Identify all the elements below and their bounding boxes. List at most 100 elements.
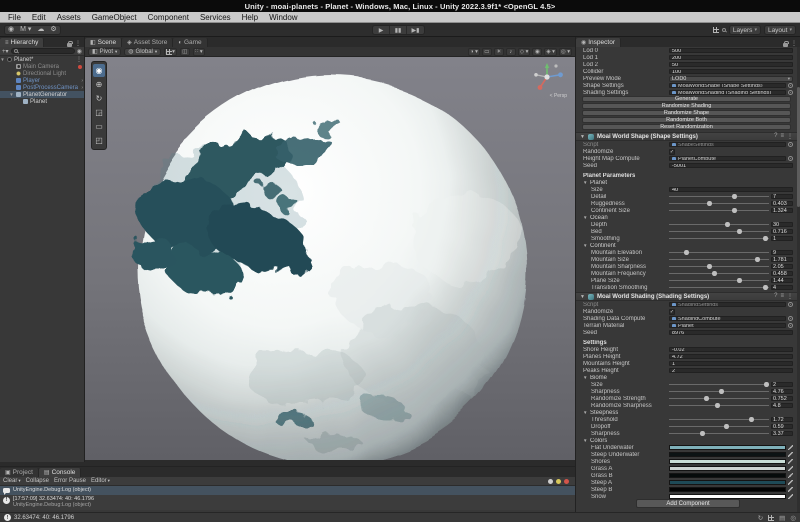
- console-entry[interactable]: ![17:57:09] 32.63474: 40: 46.1796UnityEn…: [0, 495, 575, 510]
- slider-value-field[interactable]: 0.716: [771, 229, 793, 235]
- slider-value-field[interactable]: 4.76: [771, 389, 793, 395]
- prefab-open-arrow-icon[interactable]: ›: [81, 85, 83, 91]
- eyedropper-icon[interactable]: [788, 452, 793, 457]
- tab-project[interactable]: ▣Project: [0, 468, 39, 477]
- slider-value-field[interactable]: 0.59: [771, 424, 793, 430]
- account-icon[interactable]: ◉: [5, 25, 17, 35]
- menu-services[interactable]: Services: [200, 13, 231, 22]
- menu-help[interactable]: Help: [242, 13, 258, 22]
- error-pause-toggle[interactable]: Error Pause: [54, 478, 86, 484]
- slider-knob[interactable]: [763, 285, 768, 290]
- randomize-both-button[interactable]: Randomize Both: [582, 117, 791, 123]
- rect-tool-button[interactable]: ▭: [93, 120, 105, 133]
- tab-hierarchy[interactable]: ≡ Hierarchy: [0, 38, 44, 47]
- slider[interactable]: [669, 207, 769, 214]
- clear-dropdown[interactable]: Clear ▾: [3, 478, 21, 484]
- layers-dropdown[interactable]: Layers▾: [729, 25, 761, 35]
- object-picker-icon[interactable]: [788, 90, 793, 95]
- reset-randomization-button[interactable]: Reset Randomization: [582, 124, 791, 130]
- foldout-arrow-icon[interactable]: ▼: [580, 294, 585, 300]
- error-count-icon[interactable]: [564, 479, 569, 484]
- 2d-toggle-icon[interactable]: ▭: [482, 48, 492, 56]
- checkbox[interactable]: ✓: [669, 149, 675, 155]
- generate-button[interactable]: Generate: [582, 96, 791, 102]
- slider-knob[interactable]: [724, 424, 729, 429]
- slider-knob[interactable]: [737, 229, 742, 234]
- object-field[interactable]: PlanetCompute: [669, 156, 786, 162]
- foldout-arrow-icon[interactable]: ▼: [583, 215, 588, 220]
- effects-icon[interactable]: ◇ ▾: [518, 48, 531, 56]
- play-button[interactable]: ▶: [373, 26, 390, 34]
- slider-value-field[interactable]: 7: [771, 194, 793, 200]
- preview-mode-dropdown[interactable]: LOD0▾: [669, 76, 793, 82]
- add-component-button[interactable]: Add Component: [636, 499, 740, 508]
- lighting-icon[interactable]: ☀: [494, 48, 504, 56]
- package-icon[interactable]: [768, 515, 774, 521]
- scene-picking-icon[interactable]: ◉: [77, 48, 82, 55]
- foldout-row-planet[interactable]: ▼Planet: [576, 179, 797, 186]
- slider-value-field[interactable]: 2: [771, 382, 793, 388]
- status-message[interactable]: 32.63474: 40: 46.1796: [14, 515, 74, 521]
- slider[interactable]: [669, 249, 769, 256]
- color-swatch[interactable]: [669, 487, 786, 492]
- transform-tool-button[interactable]: ◰: [93, 134, 105, 147]
- value-field[interactable]: 500: [669, 48, 793, 54]
- menu-edit[interactable]: Edit: [32, 13, 46, 22]
- tab-scene[interactable]: ◧Scene: [85, 38, 122, 47]
- cloud-icon[interactable]: ☁: [34, 25, 47, 35]
- eyedropper-icon[interactable]: [788, 473, 793, 478]
- slider-value-field[interactable]: 4.8: [771, 403, 793, 409]
- slider[interactable]: [669, 416, 769, 423]
- create-dropdown[interactable]: +▾: [2, 48, 9, 55]
- value-field[interactable]: 8976: [669, 330, 793, 336]
- console-window-icon[interactable]: ▤: [779, 514, 785, 522]
- slider-value-field[interactable]: 0.752: [771, 396, 793, 402]
- slider[interactable]: [669, 193, 769, 200]
- value-field[interactable]: 50: [669, 62, 793, 68]
- eyedropper-icon[interactable]: [788, 494, 793, 499]
- component-menu-icon[interactable]: ⋮: [787, 133, 793, 140]
- value-field[interactable]: -5001: [669, 163, 793, 169]
- slider-knob[interactable]: [737, 278, 742, 283]
- foldout-row-continent[interactable]: ▼Continent: [576, 242, 797, 249]
- tool-handle-pivot-dropdown[interactable]: ◧Pivot▾: [88, 48, 121, 56]
- move-tool-button[interactable]: ⊕: [93, 78, 105, 91]
- orientation-gizmo[interactable]: [529, 61, 565, 95]
- slider-value-field[interactable]: 1.781: [771, 257, 793, 263]
- hierarchy-item-postprocesscamera[interactable]: PostProcessCamera›: [0, 84, 84, 91]
- slider[interactable]: [669, 256, 769, 263]
- hierarchy-search-input[interactable]: [11, 48, 75, 54]
- prefab-open-arrow-icon[interactable]: ›: [81, 78, 83, 84]
- eyedropper-icon[interactable]: [788, 466, 793, 471]
- value-field[interactable]: 100: [669, 69, 793, 75]
- slider-value-field[interactable]: 1.324: [771, 208, 793, 214]
- value-field[interactable]: 200: [669, 55, 793, 61]
- slider[interactable]: [669, 430, 769, 437]
- foldout-arrow-icon[interactable]: ▼: [583, 438, 588, 443]
- slider[interactable]: [669, 402, 769, 409]
- foldout-arrow-icon[interactable]: ▼: [583, 180, 588, 185]
- eyedropper-icon[interactable]: [788, 459, 793, 464]
- tab-inspector[interactable]: ◉ Inspector: [576, 38, 621, 47]
- object-field[interactable]: MoaiWorldShape (Shape Settings): [669, 83, 786, 89]
- foldout-arrow-icon[interactable]: ▼: [580, 134, 585, 140]
- color-swatch[interactable]: [669, 466, 786, 471]
- gizmos-icon[interactable]: ◎ ▾: [559, 48, 572, 56]
- view-tool-button[interactable]: ◉: [93, 64, 105, 77]
- menu-assets[interactable]: Assets: [57, 13, 81, 22]
- info-count-icon[interactable]: [548, 479, 553, 484]
- hierarchy-item-main-camera[interactable]: Main Camera: [0, 63, 84, 70]
- slider-knob[interactable]: [755, 257, 760, 262]
- foldout-row-steepness[interactable]: ▼Steepness: [576, 409, 797, 416]
- slider[interactable]: [669, 228, 769, 235]
- slider[interactable]: [669, 235, 769, 242]
- object-field[interactable]: MoaiWorldShading (Shading Settings): [669, 90, 786, 96]
- visibility-icon[interactable]: ◉: [532, 48, 542, 56]
- console-entry[interactable]: UnityEngine.Debug:Log (object): [0, 486, 575, 495]
- pause-button[interactable]: ▮▮: [390, 26, 407, 34]
- undo-history-icon[interactable]: [713, 27, 719, 33]
- scale-tool-button[interactable]: ◲: [93, 106, 105, 119]
- layout-dropdown[interactable]: Layout▾: [764, 25, 796, 35]
- eyedropper-icon[interactable]: [788, 445, 793, 450]
- slider[interactable]: [669, 263, 769, 270]
